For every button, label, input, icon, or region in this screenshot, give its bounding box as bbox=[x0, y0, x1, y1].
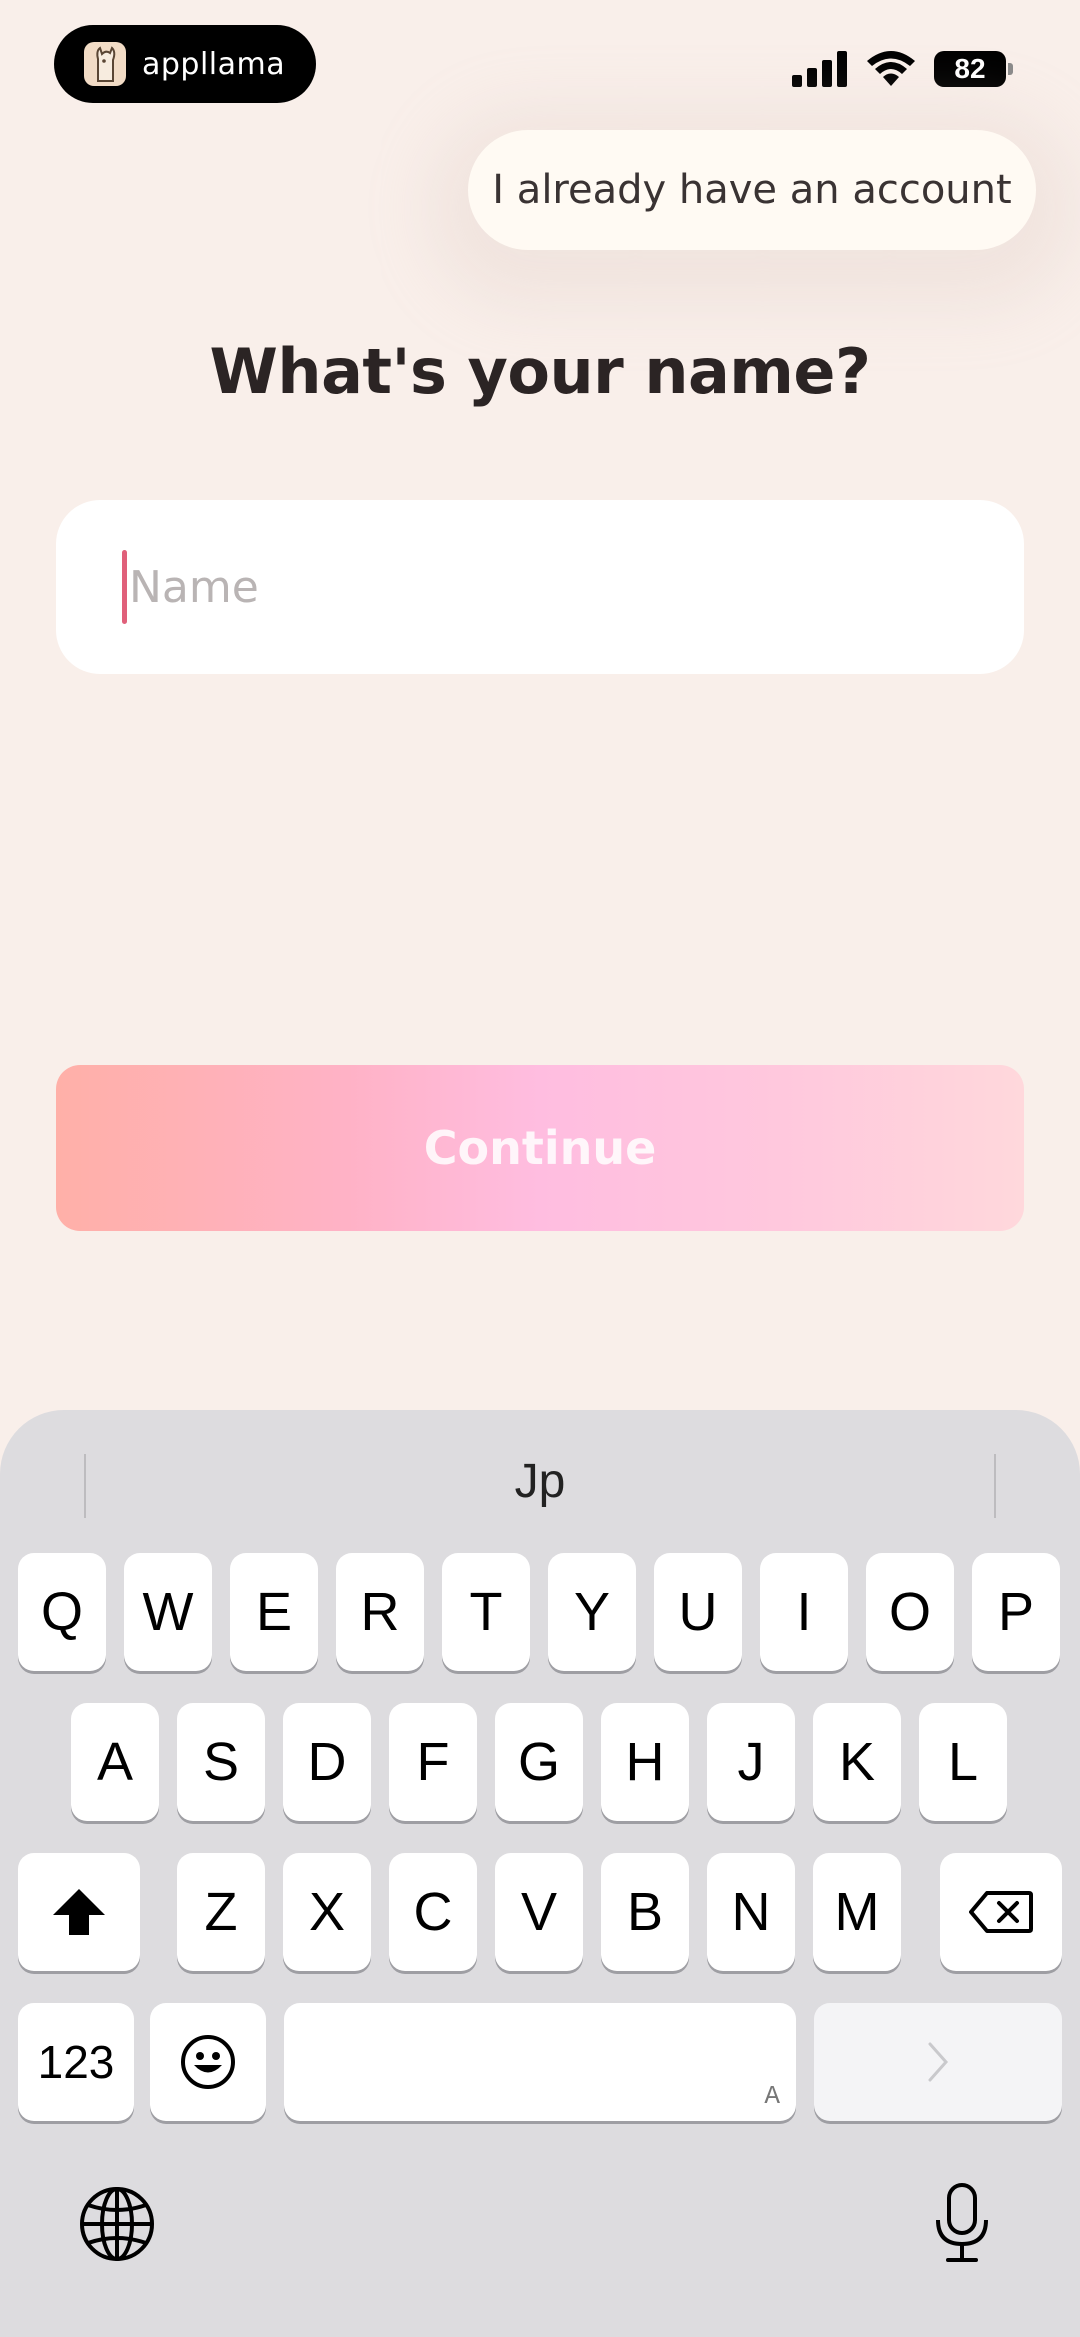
app-name: appllama bbox=[142, 46, 286, 82]
cellular-signal-icon bbox=[792, 51, 847, 87]
backspace-icon bbox=[969, 1891, 1033, 1933]
battery-indicator: 82 bbox=[934, 51, 1013, 87]
key-h[interactable]: H bbox=[601, 1703, 689, 1821]
llama-logo-icon bbox=[84, 42, 126, 86]
suggestion-word[interactable]: Jp bbox=[0, 1442, 1080, 1522]
delete-key[interactable] bbox=[940, 1853, 1062, 1971]
key-b[interactable]: B bbox=[601, 1853, 689, 1971]
app-indicator-pill[interactable]: appllama bbox=[54, 25, 316, 103]
key-m[interactable]: M bbox=[813, 1853, 901, 1971]
name-input[interactable] bbox=[129, 561, 929, 613]
globe-icon[interactable] bbox=[78, 2185, 156, 2263]
key-q[interactable]: Q bbox=[18, 1553, 106, 1671]
key-d[interactable]: D bbox=[283, 1703, 371, 1821]
key-y[interactable]: Y bbox=[548, 1553, 636, 1671]
key-r[interactable]: R bbox=[336, 1553, 424, 1671]
numbers-key[interactable]: 123 bbox=[18, 2003, 134, 2121]
emoji-icon bbox=[181, 2035, 235, 2089]
key-f[interactable]: F bbox=[389, 1703, 477, 1821]
space-language-hint: A bbox=[764, 2081, 780, 2111]
microphone-icon[interactable] bbox=[932, 2182, 992, 2264]
suggestion-bar: Jp bbox=[0, 1442, 1080, 1522]
battery-level: 82 bbox=[954, 53, 986, 84]
key-t[interactable]: T bbox=[442, 1553, 530, 1671]
shift-key[interactable] bbox=[18, 1853, 140, 1971]
key-u[interactable]: U bbox=[654, 1553, 742, 1671]
key-v[interactable]: V bbox=[495, 1853, 583, 1971]
chevron-right-icon bbox=[928, 2042, 949, 2082]
key-p[interactable]: P bbox=[972, 1553, 1060, 1671]
key-k[interactable]: K bbox=[813, 1703, 901, 1821]
wifi-icon bbox=[867, 51, 915, 86]
key-w[interactable]: W bbox=[124, 1553, 212, 1671]
key-x[interactable]: X bbox=[283, 1853, 371, 1971]
key-a[interactable]: A bbox=[71, 1703, 159, 1821]
suggestion-divider bbox=[994, 1454, 996, 1518]
key-l[interactable]: L bbox=[919, 1703, 1007, 1821]
key-j[interactable]: J bbox=[707, 1703, 795, 1821]
key-c[interactable]: C bbox=[389, 1853, 477, 1971]
space-bar[interactable]: A bbox=[284, 2003, 796, 2121]
emoji-key[interactable] bbox=[150, 2003, 266, 2121]
next-key[interactable] bbox=[814, 2003, 1062, 2121]
key-g[interactable]: G bbox=[495, 1703, 583, 1821]
on-screen-keyboard: Jp Q W E R T Y U I O P A S D F G H J K L… bbox=[0, 1410, 1080, 2337]
key-n[interactable]: N bbox=[707, 1853, 795, 1971]
status-icons: 82 bbox=[792, 50, 1013, 88]
key-i[interactable]: I bbox=[760, 1553, 848, 1671]
key-o[interactable]: O bbox=[866, 1553, 954, 1671]
key-z[interactable]: Z bbox=[177, 1853, 265, 1971]
name-field[interactable] bbox=[56, 500, 1024, 674]
continue-button[interactable]: Continue bbox=[56, 1065, 1024, 1231]
page-title: What's your name? bbox=[209, 335, 871, 408]
key-s[interactable]: S bbox=[177, 1703, 265, 1821]
existing-account-button[interactable]: I already have an account bbox=[468, 130, 1036, 250]
key-e[interactable]: E bbox=[230, 1553, 318, 1671]
shift-arrow-icon bbox=[53, 1889, 105, 1935]
text-caret bbox=[122, 550, 127, 624]
